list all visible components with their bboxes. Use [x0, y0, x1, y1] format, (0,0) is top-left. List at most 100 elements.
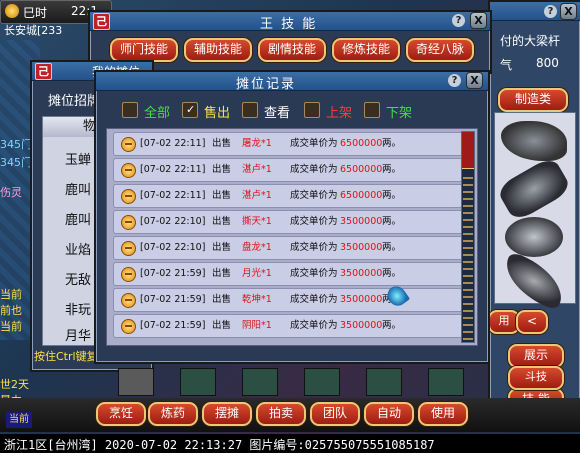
manufacture-tab[interactable]: 制造类 [498, 88, 568, 112]
stall-record-window: 摊位记录 ? X 全部 ✓ 售出 查看 上架 下架 [07-02 22:11] … [94, 70, 490, 364]
help-icon[interactable]: ? [544, 5, 557, 18]
set-stall-button[interactable]: 摆摊 [202, 402, 252, 426]
record-time: [07-02 21:59] [140, 268, 206, 279]
record-unit: 两。 [382, 138, 402, 149]
record-time: [07-02 22:10] [140, 216, 206, 227]
stall-item[interactable]: 非玩 [65, 299, 91, 318]
tab-meridian[interactable]: 奇经八脉 [406, 38, 474, 62]
coin-icon [121, 267, 136, 282]
filter-all-checkbox[interactable] [122, 102, 138, 118]
sun-icon [5, 4, 19, 18]
stall-sign-label: 摊位招牌 [48, 94, 101, 109]
filter-listed-label: 上架 [326, 106, 353, 121]
close-icon[interactable]: X [560, 3, 577, 20]
stall-item[interactable]: 月华 [65, 325, 91, 344]
record-item: 屠龙*1 [242, 138, 272, 149]
coin-icon [121, 241, 136, 256]
tab-cultivation-skills[interactable]: 修炼技能 [332, 38, 400, 62]
check-icon: ✓ [186, 103, 196, 116]
coin-icon [121, 189, 136, 204]
tab-school-skills[interactable]: 师门技能 [110, 38, 178, 62]
record-row: [07-02 22:11] 出售 湛卢*1 成交单价为 6500000 两。 [113, 158, 463, 182]
inventory-slot[interactable] [242, 368, 278, 396]
scrollbar-thumb[interactable] [462, 132, 474, 169]
record-item: 湛卢*1 [242, 190, 272, 201]
auction-button[interactable]: 拍卖 [256, 402, 306, 426]
skill-window-title: 王 技 能 [260, 17, 318, 32]
prev-button[interactable]: < [516, 310, 548, 334]
filter-sold-checkbox[interactable]: ✓ [182, 102, 198, 118]
left-strip-item: 伤灵 [0, 186, 22, 199]
record-window-titlebar: 摊位记录 ? X [96, 72, 488, 92]
record-unit: 两。 [382, 190, 402, 201]
inventory-slot[interactable] [366, 368, 402, 396]
stall-item[interactable]: 鹿叫 [65, 209, 91, 228]
inventory-slot[interactable] [118, 368, 154, 396]
record-scrollbar[interactable] [461, 131, 475, 343]
filter-listed-checkbox[interactable] [304, 102, 320, 118]
alchemy-button[interactable]: 炼药 [148, 402, 198, 426]
record-action: 出售 [212, 216, 232, 227]
record-price: 3500000 [340, 268, 383, 279]
coin-icon [121, 137, 136, 152]
close-icon[interactable]: X [470, 12, 487, 29]
right-character-panel: ? X 付的大梁杆 气 800 制造类 用 < 展示 技 能 斗技 [488, 0, 580, 414]
stall-item[interactable]: 鹿叫 [65, 179, 91, 198]
inventory-slot[interactable] [180, 368, 216, 396]
record-row: [07-02 22:10] 出售 盘龙*1 成交单价为 3500000 两。 [113, 236, 463, 260]
footer-text: 浙江1区[台州湾] 2020-07-02 22:13:27 图片编号:02575… [4, 438, 435, 452]
coin-icon [121, 163, 136, 178]
stall-item[interactable]: 业焰 [65, 239, 91, 258]
filter-view-checkbox[interactable] [242, 102, 258, 118]
record-action: 出售 [212, 190, 232, 201]
cooking-button[interactable]: 烹饪 [96, 402, 146, 426]
team-button[interactable]: 团队 [310, 402, 360, 426]
use-item-button[interactable]: 使用 [418, 402, 468, 426]
record-unit: 两。 [382, 164, 402, 175]
record-action: 出售 [212, 242, 232, 253]
staff-item-icon [495, 155, 573, 223]
tab-aux-skills[interactable]: 辅助技能 [184, 38, 252, 62]
help-icon[interactable]: ? [452, 14, 465, 27]
filter-delisted-label: 下架 [386, 106, 413, 121]
close-icon[interactable]: X [466, 72, 483, 89]
auto-button[interactable]: 自动 [364, 402, 414, 426]
fight-button[interactable]: 斗技 [508, 366, 564, 390]
filter-sold-label: 售出 [204, 106, 231, 121]
right-panel-titlebar: ? X [490, 2, 580, 21]
current-label: 当前 [6, 412, 32, 428]
stall-item[interactable]: 玉蝉 [65, 149, 91, 168]
record-item: 湛卢*1 [242, 164, 272, 175]
record-window-title: 摊位记录 [236, 77, 297, 92]
record-action: 出售 [212, 294, 232, 305]
window-logo-icon: 己 [35, 63, 52, 80]
show-button[interactable]: 展示 [508, 344, 564, 368]
skill-window-titlebar: 己 王 技 能 ? X [90, 12, 490, 32]
item-preview-panel [494, 112, 576, 312]
record-item: 乾坤*1 [242, 294, 272, 305]
record-unit: 两。 [382, 216, 402, 227]
right-panel-line3: 800 [536, 56, 559, 70]
record-item: 阴阳*1 [242, 320, 272, 331]
left-strip: 345门 345门 伤灵 当前 前也 当前 世2天暴力 [0, 96, 34, 407]
record-price: 6500000 [340, 190, 383, 201]
fan-item-icon [501, 121, 567, 161]
tab-story-skills[interactable]: 剧情技能 [258, 38, 326, 62]
inventory-slot[interactable] [428, 368, 464, 396]
right-panel-line1: 付的大梁杆 [500, 34, 561, 48]
window-logo-icon: 己 [93, 13, 110, 30]
record-time: [07-02 21:59] [140, 294, 206, 305]
left-strip-item: 345门 [0, 156, 32, 169]
help-icon[interactable]: ? [448, 74, 461, 87]
record-list: [07-02 22:11] 出售 屠龙*1 成交单价为 6500000 两。 [… [106, 128, 478, 346]
left-strip-item: 当前 [0, 320, 22, 333]
left-strip-item: 当前 [0, 288, 22, 301]
filter-delisted-checkbox[interactable] [364, 102, 380, 118]
inventory-slot[interactable] [304, 368, 340, 396]
stall-item[interactable]: 无敌 [65, 269, 91, 288]
filter-view-label: 查看 [264, 106, 291, 121]
record-row: [07-02 21:59] 出售 乾坤*1 成交单价为 3500000 两。 [113, 288, 463, 312]
record-row: [07-02 22:10] 出售 撕天*1 成交单价为 3500000 两。 [113, 210, 463, 234]
coin-icon [121, 215, 136, 230]
record-item: 月光*1 [242, 268, 272, 279]
